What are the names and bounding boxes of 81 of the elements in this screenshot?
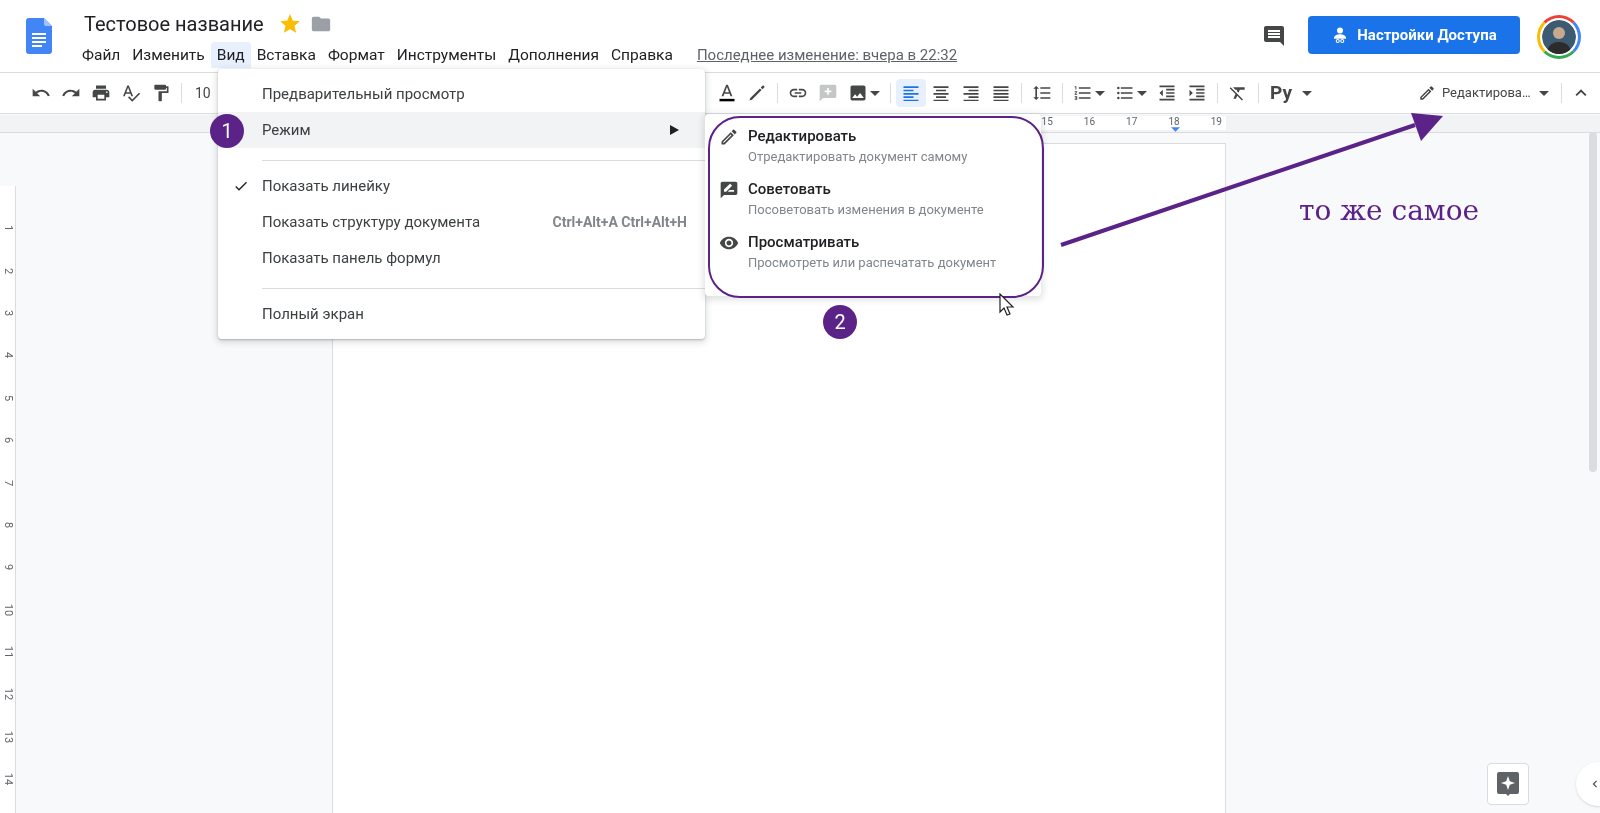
option-description: Посоветовать изменения в документе	[748, 201, 984, 219]
option-description: Просмотреть или распечатать документ	[748, 254, 997, 272]
mode-option[interactable]: Просматривать Просмотреть или распечатать документ	[705, 230, 1041, 283]
annotation-note: то же самое	[1299, 193, 1480, 229]
input-tools-button[interactable]: Ру	[1264, 79, 1318, 107]
menu-item[interactable]: Инструменты	[390, 42, 503, 68]
option-title: Редактировать	[748, 126, 858, 147]
ruler-number: 4	[2, 352, 14, 359]
ruler-number: 19	[1209, 116, 1223, 127]
menu-item[interactable]: Вид	[210, 42, 251, 68]
ruler-number: 18	[1167, 116, 1181, 127]
image-icon	[848, 83, 868, 103]
ruler-number: 16	[1082, 116, 1097, 127]
align-right-icon	[961, 83, 981, 103]
menu-item[interactable]: Файл	[76, 42, 127, 68]
align-center-icon	[931, 83, 951, 103]
suggest-edit-icon	[719, 180, 739, 200]
ruler-number: 15	[1040, 116, 1054, 127]
ruler-number: 9	[2, 564, 14, 571]
explore-button[interactable]	[1487, 763, 1529, 805]
marker-icon	[747, 83, 767, 103]
option-description: Отредактировать документ самому	[748, 148, 968, 166]
caret-icon	[1538, 90, 1549, 96]
caret-icon	[1137, 90, 1147, 96]
indent-marker-icon[interactable]	[1171, 127, 1180, 132]
line-spacing-icon	[1032, 83, 1052, 103]
comment-icon[interactable]	[1262, 24, 1286, 48]
ruler-number: 17	[1125, 116, 1139, 127]
option-title: Просматривать	[748, 232, 861, 253]
spellcheck-icon	[121, 83, 141, 103]
document-title[interactable]: Тестовое название	[82, 10, 266, 38]
menu-item[interactable]: Показать линейку	[218, 168, 705, 204]
menu-item[interactable]: Справка	[605, 42, 679, 68]
indent-icon	[1187, 83, 1207, 103]
print-icon	[91, 83, 111, 103]
shortcut-text: Ctrl+Alt+A Ctrl+Alt+H	[552, 212, 687, 232]
pencil-icon	[719, 127, 739, 147]
ruler-number: 3	[2, 309, 14, 317]
ruler-number: 13	[2, 730, 14, 744]
menu-item[interactable]: Предварительный просмотр	[218, 76, 705, 112]
sparkle-icon	[1497, 772, 1519, 796]
text-color-icon	[717, 83, 737, 103]
menu-item[interactable]: Полный экран	[218, 296, 705, 332]
pencil-icon	[1418, 84, 1436, 102]
menu-item[interactable]: Показать панель формул	[218, 240, 705, 276]
last-edit-link[interactable]: Последнее изменение: вчера в 22:32	[696, 43, 958, 67]
align-justify-icon	[991, 83, 1011, 103]
numbered-list-icon	[1073, 83, 1093, 103]
mode-option[interactable]: Советовать Посоветовать изменения в документе	[705, 177, 1041, 230]
mode-option[interactable]: Редактировать Отредактировать документ самому	[705, 124, 1041, 177]
share-button[interactable]: Настройки Доступа	[1308, 16, 1520, 54]
caret-icon	[1301, 90, 1312, 96]
outdent-icon	[1157, 83, 1177, 103]
menu-item[interactable]: Изменить	[126, 42, 211, 68]
menu-item[interactable]: Дополнения	[502, 42, 606, 68]
ruler-number: 11	[2, 645, 14, 659]
add-comment-icon	[818, 83, 838, 103]
document-logo-icon[interactable]	[26, 18, 52, 54]
scrollbar-thumb[interactable]	[1589, 132, 1597, 472]
ruler-number: 6	[2, 437, 14, 444]
ruler-number: 1	[2, 225, 14, 232]
ruler-number: 5	[2, 394, 14, 401]
star-icon[interactable]	[279, 14, 300, 34]
ruler-number: 8	[2, 521, 14, 528]
menu-item[interactable]: Формат	[321, 42, 391, 68]
ruler-number: 2	[2, 267, 14, 274]
ruler-number: 12	[2, 688, 14, 701]
menu-item[interactable]: Вставка	[250, 42, 322, 68]
ruler-number: 10	[2, 603, 14, 616]
caret-icon	[870, 90, 880, 96]
paint-roller-icon	[151, 83, 171, 103]
option-title: Советовать	[748, 179, 832, 200]
avatar[interactable]	[1537, 15, 1581, 59]
submenu-arrow-icon	[670, 125, 679, 135]
ruler-number: 14	[2, 773, 14, 786]
ruler-number: 7	[2, 479, 14, 486]
caret-icon	[1095, 90, 1105, 96]
menu-item[interactable]: Показать структуру документа Ctrl+Alt+A Ctrl+Alt+H	[218, 204, 705, 240]
mode-button[interactable]: Редактирова…	[1414, 79, 1553, 107]
align-left-icon	[901, 83, 921, 103]
zoom-field[interactable]: 10	[195, 82, 211, 104]
